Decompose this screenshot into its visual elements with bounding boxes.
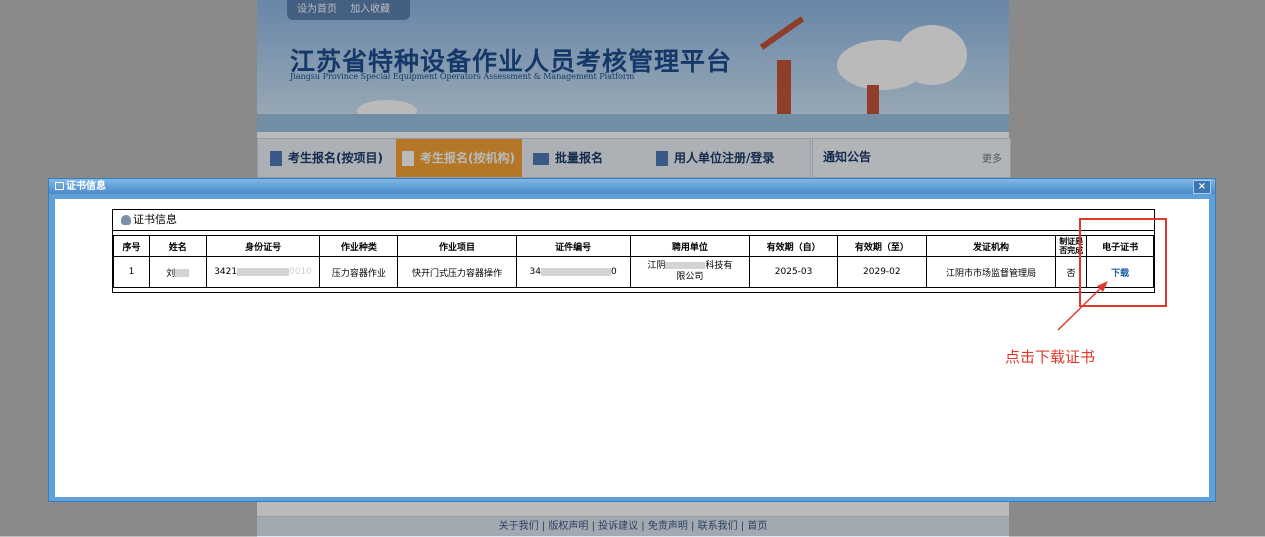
annotation-text: 点击下载证书	[1005, 348, 1096, 366]
annotation-arrow	[1057, 281, 1108, 331]
